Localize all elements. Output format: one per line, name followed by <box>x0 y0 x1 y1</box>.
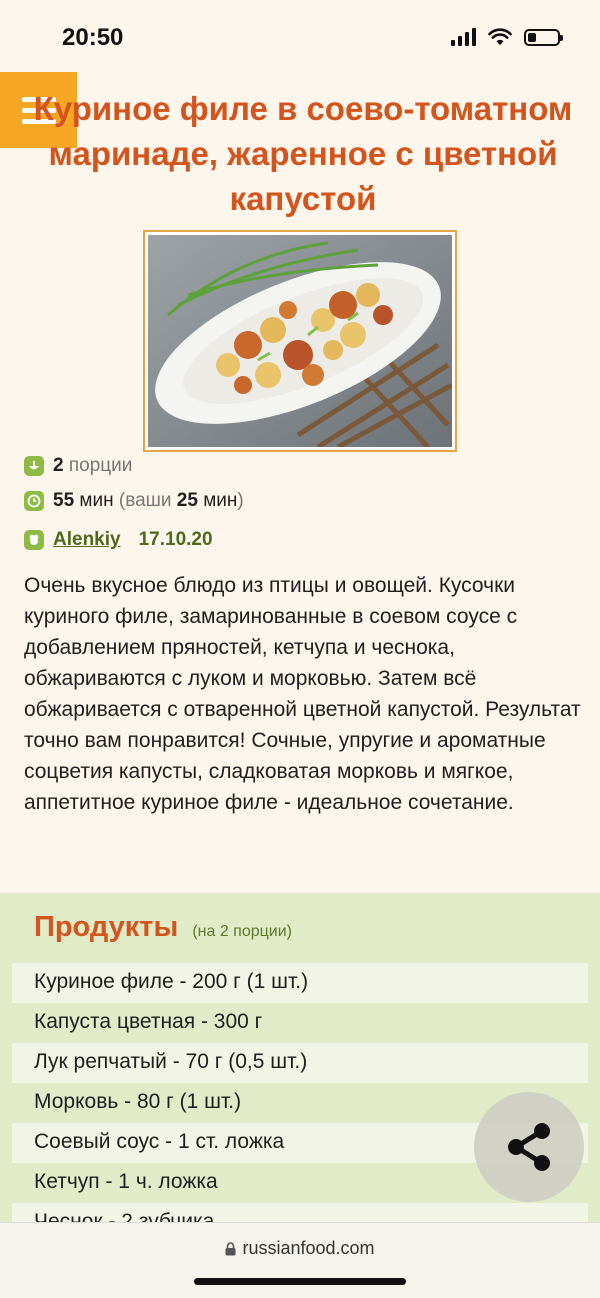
servings-value: 2 <box>53 455 64 476</box>
servings-row: 2 порции <box>24 455 132 477</box>
time-row: 55 мин (ваши 25 мин) <box>24 490 244 512</box>
chef-icon <box>24 530 44 550</box>
home-indicator[interactable] <box>194 1278 406 1285</box>
clock-icon <box>24 491 44 511</box>
share-button[interactable] <box>474 1092 584 1202</box>
ingredient-item: Капуста цветная - 300 г <box>34 1010 263 1033</box>
ingredient-item: Куриное филе - 200 г (1 шт.) <box>12 963 588 1003</box>
time-value: 55 <box>53 490 75 511</box>
products-title: Продукты <box>34 911 179 943</box>
yours-open: (ваши <box>118 490 172 511</box>
status-icons <box>451 28 563 46</box>
servings-icon <box>24 456 44 476</box>
battery-icon <box>524 28 563 46</box>
status-bar: 20:50 <box>0 0 600 72</box>
yours-value: 25 <box>176 490 198 511</box>
author-link[interactable]: Alenkiy <box>53 529 121 551</box>
share-icon <box>508 1123 550 1171</box>
products-heading: Продукты (на 2 порции) <box>34 911 292 944</box>
recipe-title: Куриное филе в соево-томатном маринаде, … <box>33 90 573 217</box>
time-unit: мин <box>79 490 114 511</box>
recipe-photo[interactable] <box>143 230 457 452</box>
lock-icon <box>225 1242 236 1256</box>
author-row: Alenkiy 17.10.20 <box>24 529 213 551</box>
servings-label: порции <box>68 455 133 476</box>
photo-chicken-cauliflower <box>148 235 452 447</box>
recipe-description: Очень вкусное блюдо из птицы и овощей. К… <box>24 574 581 814</box>
url-text: russianfood.com <box>242 1238 375 1258</box>
signal-icon <box>451 28 476 46</box>
status-time: 20:50 <box>62 24 124 51</box>
ingredient-item: Чеснок - 2 зубчика <box>12 1203 588 1223</box>
publish-date: 17.10.20 <box>138 529 213 550</box>
wifi-icon <box>488 28 512 45</box>
ingredient-item: Лук репчатый - 70 г (0,5 шт.) <box>12 1043 588 1083</box>
yours-unit: мин <box>203 490 238 511</box>
yours-close: ) <box>237 490 244 511</box>
url-bar[interactable]: russianfood.com <box>0 1238 600 1259</box>
browser-bottom-bar: russianfood.com <box>0 1222 600 1298</box>
products-subtitle: (на 2 порции) <box>192 923 293 940</box>
